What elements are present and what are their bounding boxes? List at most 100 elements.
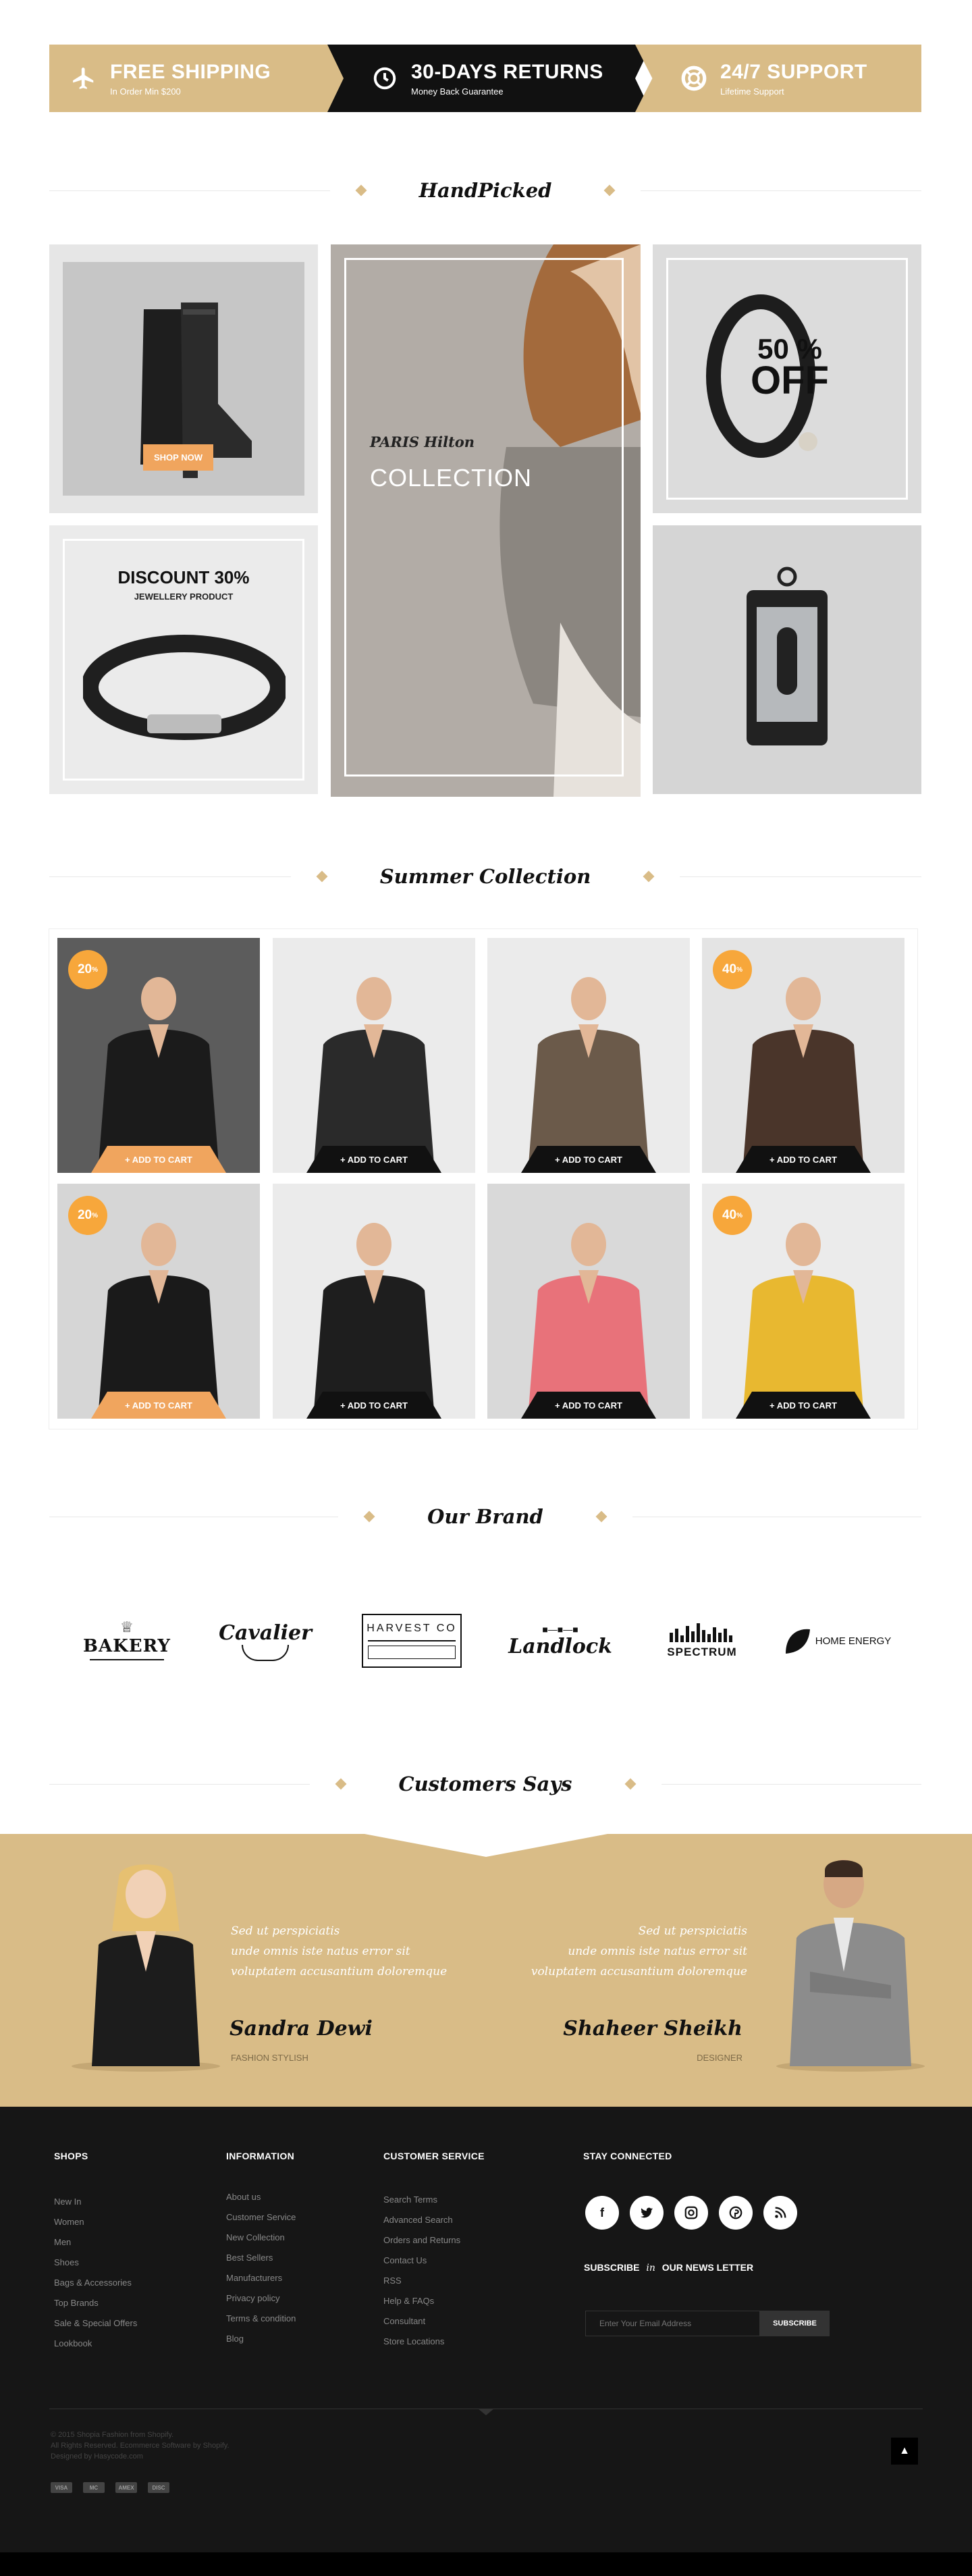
footer-cs-title: CUSTOMER SERVICE bbox=[383, 2151, 485, 2161]
promo-collection[interactable]: PARIS Hilton COLLECTION bbox=[331, 244, 641, 797]
paris-hilton-label: PARIS Hilton bbox=[370, 433, 475, 450]
rss-icon[interactable] bbox=[763, 2196, 797, 2230]
customers-heading: Customers Says bbox=[49, 1770, 922, 1797]
promo-cardholder[interactable] bbox=[653, 525, 921, 794]
pinterest-icon[interactable] bbox=[719, 2196, 753, 2230]
product-card[interactable]: 40% + ADD TO CART bbox=[702, 938, 905, 1173]
brand-name: HOME ENERGY bbox=[815, 1635, 892, 1647]
footer-link[interactable]: New Collection bbox=[226, 2232, 285, 2242]
brand-logo-landlock[interactable]: ■—■—■ Landlock bbox=[506, 1607, 614, 1675]
footer-link[interactable]: Men bbox=[54, 2237, 71, 2247]
brand-name: HARVEST CO bbox=[367, 1623, 457, 1634]
product-card[interactable]: + ADD TO CART bbox=[487, 1184, 690, 1419]
facebook-icon[interactable]: f bbox=[585, 2196, 619, 2230]
feature-subtitle: In Order Min $200 bbox=[110, 86, 181, 97]
brand-logo-bakery[interactable]: ♕ BAKERY bbox=[80, 1607, 174, 1675]
section-title: Customers Says bbox=[398, 1772, 572, 1795]
add-to-cart-button[interactable]: + ADD TO CART bbox=[306, 1392, 441, 1419]
footer-link[interactable]: Women bbox=[54, 2217, 84, 2227]
brand-name: Cavalier bbox=[219, 1621, 312, 1645]
footer-link[interactable]: Search Terms bbox=[383, 2194, 437, 2205]
footer-link[interactable]: Consultant bbox=[383, 2316, 425, 2326]
diamond-icon bbox=[355, 184, 367, 196]
copyright-line: Designed by Hasycode.com bbox=[51, 2452, 143, 2461]
diamond-icon bbox=[643, 870, 655, 883]
add-to-cart-button[interactable]: + ADD TO CART bbox=[306, 1146, 441, 1173]
footer-link[interactable]: Customer Service bbox=[226, 2212, 296, 2222]
instagram-icon[interactable] bbox=[674, 2196, 708, 2230]
feature-subtitle: Money Back Guarantee bbox=[411, 86, 504, 97]
shop-now-button[interactable]: SHOP NOW bbox=[143, 444, 213, 471]
product-card[interactable]: 40% + ADD TO CART bbox=[702, 1184, 905, 1419]
footer-link[interactable]: Help & FAQs bbox=[383, 2296, 434, 2306]
feature-title: 24/7 SUPPORT bbox=[720, 60, 867, 83]
feature-subtitle: Lifetime Support bbox=[720, 86, 784, 97]
add-to-cart-button[interactable]: + ADD TO CART bbox=[521, 1392, 656, 1419]
summer-heading: Summer Collection bbox=[49, 863, 922, 890]
newsletter-title: SUBSCRIBE in OUR NEWS LETTER bbox=[584, 2262, 754, 2273]
feature-bar: FREE SHIPPING In Order Min $200 30-DAYS … bbox=[49, 45, 921, 112]
twitter-icon[interactable] bbox=[630, 2196, 664, 2230]
promo-boots[interactable]: SHOP NOW bbox=[49, 244, 318, 513]
footer-link[interactable]: Bags & Accessories bbox=[54, 2278, 132, 2288]
brand-heading: Our Brand bbox=[49, 1503, 922, 1530]
footer-link[interactable]: Sale & Special Offers bbox=[54, 2318, 137, 2328]
promo-fifty-off[interactable]: 50 % OFF bbox=[653, 244, 921, 513]
feature-returns: 30-DAYS RETURNS Money Back Guarantee bbox=[327, 45, 651, 112]
add-to-cart-button[interactable]: + ADD TO CART bbox=[736, 1146, 871, 1173]
brand-logo-harvest[interactable]: HARVEST CO bbox=[358, 1607, 466, 1675]
add-to-cart-button[interactable]: + ADD TO CART bbox=[736, 1392, 871, 1419]
product-image bbox=[313, 1223, 435, 1419]
back-to-top-button[interactable]: ▲ bbox=[891, 2438, 918, 2465]
footer-link[interactable]: Blog bbox=[226, 2334, 244, 2344]
product-card[interactable]: + ADD TO CART bbox=[487, 938, 690, 1173]
promo-discount[interactable]: DISCOUNT 30% JEWELLERY PRODUCT bbox=[49, 525, 318, 794]
add-to-cart-button[interactable]: + ADD TO CART bbox=[91, 1146, 226, 1173]
testimonial-name-left: Sandra Dewi bbox=[230, 2017, 373, 2041]
product-image bbox=[528, 977, 649, 1173]
footer-link[interactable]: Manufacturers bbox=[226, 2273, 282, 2283]
product-image bbox=[742, 1223, 864, 1419]
diamond-icon bbox=[316, 870, 328, 883]
discount-title: DISCOUNT 30% bbox=[117, 567, 250, 587]
product-card[interactable]: 20% + ADD TO CART bbox=[57, 1184, 260, 1419]
footer-link[interactable]: About us bbox=[226, 2192, 261, 2202]
fifty-off-label: 50 % OFF bbox=[751, 335, 829, 400]
testimonial-quote-left: Sed ut perspiciatis unde omnis iste natu… bbox=[231, 1924, 448, 1978]
newsletter-email-input[interactable] bbox=[585, 2311, 760, 2336]
promo-frame bbox=[344, 258, 624, 777]
footer-link[interactable]: New In bbox=[54, 2197, 81, 2207]
clock-icon bbox=[368, 61, 402, 95]
footer-link[interactable]: Advanced Search bbox=[383, 2215, 453, 2225]
footer-link[interactable]: Top Brands bbox=[54, 2298, 99, 2308]
bracelet-image bbox=[83, 635, 286, 740]
footer-link[interactable]: Shoes bbox=[54, 2257, 79, 2267]
brand-name: Landlock bbox=[508, 1634, 612, 1658]
footer-link[interactable]: Store Locations bbox=[383, 2336, 444, 2346]
brand-logo-spectrum[interactable]: SPECTRUM bbox=[658, 1607, 746, 1675]
product-card[interactable]: + ADD TO CART bbox=[273, 938, 475, 1173]
collection-label: COLLECTION bbox=[370, 464, 533, 492]
footer-stay-title: STAY CONNECTED bbox=[583, 2151, 672, 2161]
footer-link[interactable]: RSS bbox=[383, 2276, 402, 2286]
footer-link[interactable]: Orders and Returns bbox=[383, 2235, 460, 2245]
brand-logo-home-energy[interactable]: HOME ENERGY bbox=[780, 1607, 894, 1675]
product-card[interactable]: + ADD TO CART bbox=[273, 1184, 475, 1419]
footer-link[interactable]: Privacy policy bbox=[226, 2293, 279, 2303]
add-to-cart-button[interactable]: + ADD TO CART bbox=[521, 1146, 656, 1173]
footer-link[interactable]: Contact Us bbox=[383, 2255, 427, 2265]
testimonial-name-right: Shaheer Sheikh bbox=[563, 2017, 742, 2041]
airplane-icon bbox=[67, 61, 101, 95]
amex-icon: AMEX bbox=[115, 2482, 137, 2493]
product-card[interactable]: 20% + ADD TO CART bbox=[57, 938, 260, 1173]
footer-link[interactable]: Best Sellers bbox=[226, 2253, 273, 2263]
feature-title: 30-DAYS RETURNS bbox=[411, 60, 603, 83]
add-to-cart-button[interactable]: + ADD TO CART bbox=[91, 1392, 226, 1419]
footer-link[interactable]: Terms & condition bbox=[226, 2313, 296, 2323]
subscribe-button[interactable]: SUBSCRIBE bbox=[760, 2311, 830, 2336]
diamond-icon bbox=[624, 1778, 636, 1790]
footer-link[interactable]: Lookbook bbox=[54, 2338, 92, 2348]
feature-free-shipping: FREE SHIPPING In Order Min $200 bbox=[49, 45, 359, 112]
brand-logo-cavalier[interactable]: Cavalier bbox=[215, 1607, 316, 1675]
lifebuoy-icon bbox=[677, 61, 711, 95]
